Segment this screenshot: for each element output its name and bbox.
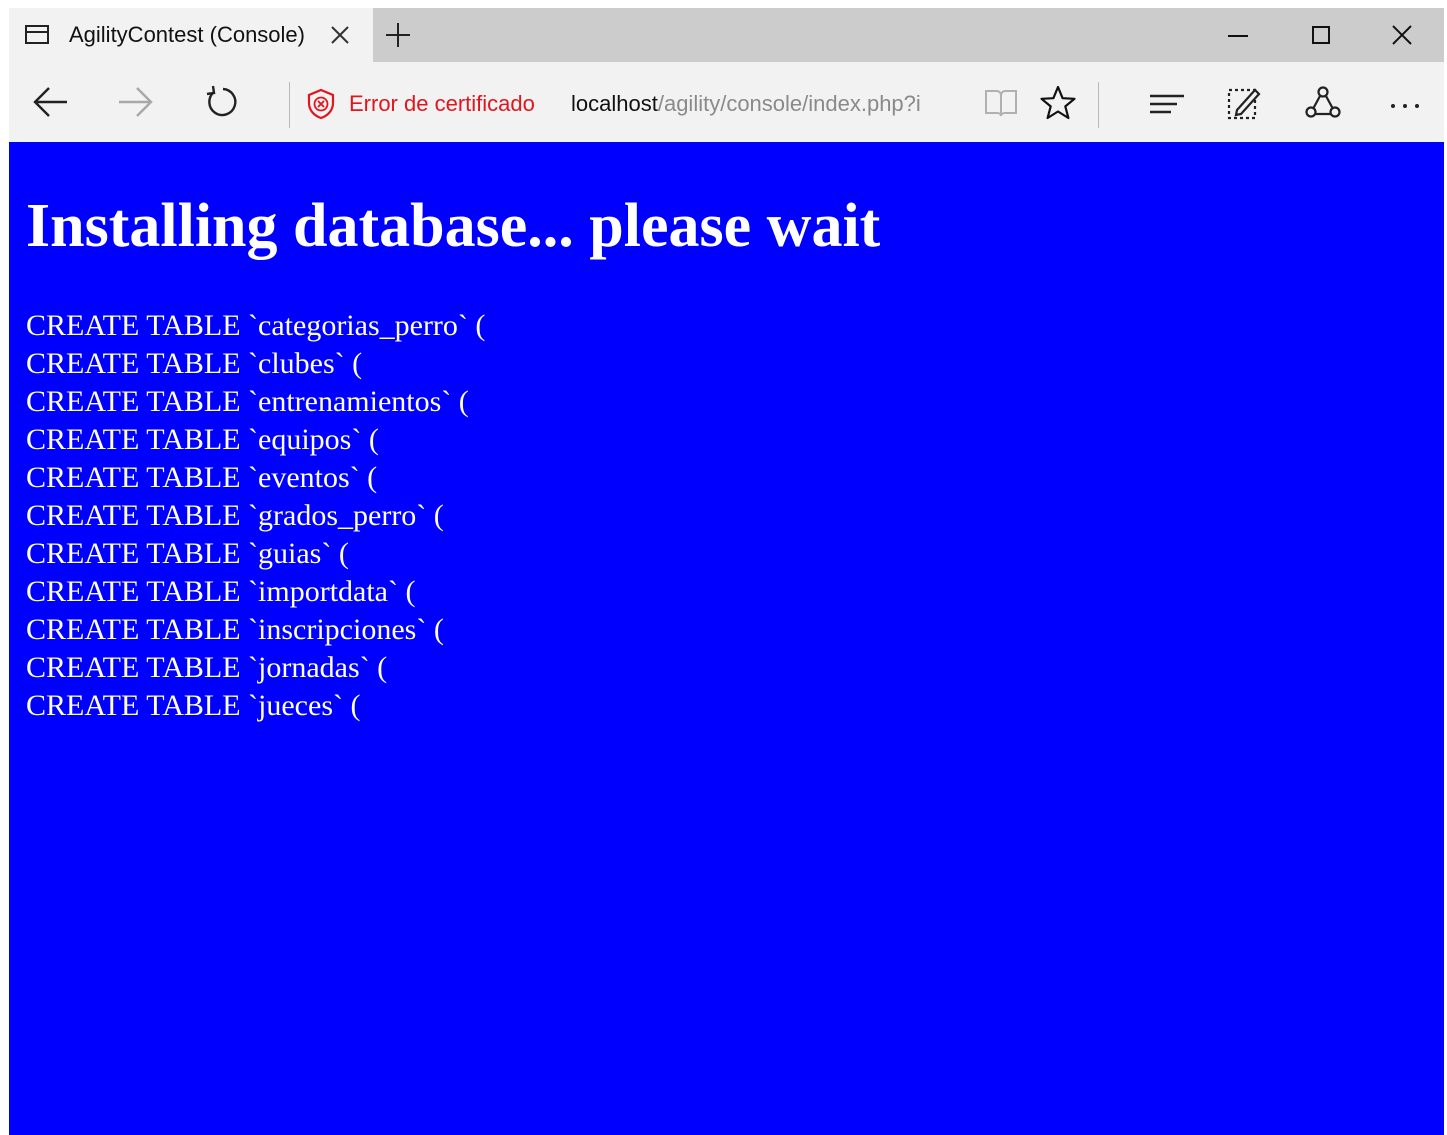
address-bar[interactable]: localhost/agility/console/index.php?i <box>571 90 953 118</box>
plus-icon[interactable] <box>384 21 412 49</box>
page-heading: Installing database... please wait <box>26 192 881 260</box>
forward-arrow-icon[interactable] <box>115 84 155 120</box>
page-content: Installing database... please wait CREAT… <box>9 142 1444 1135</box>
install-log: CREATE TABLE `categorias_perro` ( CREATE… <box>26 307 485 725</box>
tab-agilitycontest[interactable]: AgilityContest (Console) <box>9 8 373 62</box>
log-line: CREATE TABLE `clubes` ( <box>26 347 363 380</box>
page-icon <box>25 25 49 44</box>
more-icon[interactable] <box>1385 90 1425 120</box>
log-line: CREATE TABLE `inscripciones` ( <box>26 613 444 646</box>
certificate-error-label[interactable]: Error de certificado <box>349 90 535 118</box>
separator <box>289 82 290 128</box>
book-icon[interactable] <box>983 87 1019 119</box>
share-icon[interactable] <box>1305 84 1341 122</box>
log-line: CREATE TABLE `categorias_perro` ( <box>26 309 486 342</box>
reload-icon[interactable] <box>201 84 241 120</box>
web-note-icon[interactable] <box>1225 84 1261 122</box>
hub-icon[interactable] <box>1147 90 1187 118</box>
log-line: CREATE TABLE `jornadas` ( <box>26 651 388 684</box>
url-path: /agility/console/index.php?i <box>657 91 921 116</box>
navigation-bar: Error de certificado localhost/agility/c… <box>9 62 1444 142</box>
back-arrow-icon[interactable] <box>31 84 71 120</box>
log-line: CREATE TABLE `grados_perro` ( <box>26 499 444 532</box>
log-line: CREATE TABLE `eventos` ( <box>26 461 378 494</box>
log-line: CREATE TABLE `entrenamientos` ( <box>26 385 469 418</box>
url-host: localhost <box>571 91 658 116</box>
log-line: CREATE TABLE `equipos` ( <box>26 423 379 456</box>
shield-error-icon[interactable] <box>306 88 336 120</box>
separator <box>1098 82 1099 128</box>
minimize-icon[interactable] <box>1223 20 1253 50</box>
tab-title: AgilityContest (Console) <box>69 23 305 47</box>
log-line: CREATE TABLE `guias` ( <box>26 537 349 570</box>
window-close-icon[interactable] <box>1387 20 1417 50</box>
star-icon[interactable] <box>1039 84 1077 122</box>
browser-window: AgilityContest (Console) Error de certif… <box>9 8 1444 1135</box>
maximize-icon[interactable] <box>1306 20 1336 50</box>
log-line: CREATE TABLE `importdata` ( <box>26 575 416 608</box>
close-icon[interactable] <box>327 22 353 48</box>
title-bar: AgilityContest (Console) <box>9 8 1444 62</box>
log-line: CREATE TABLE `jueces` ( <box>26 689 361 722</box>
